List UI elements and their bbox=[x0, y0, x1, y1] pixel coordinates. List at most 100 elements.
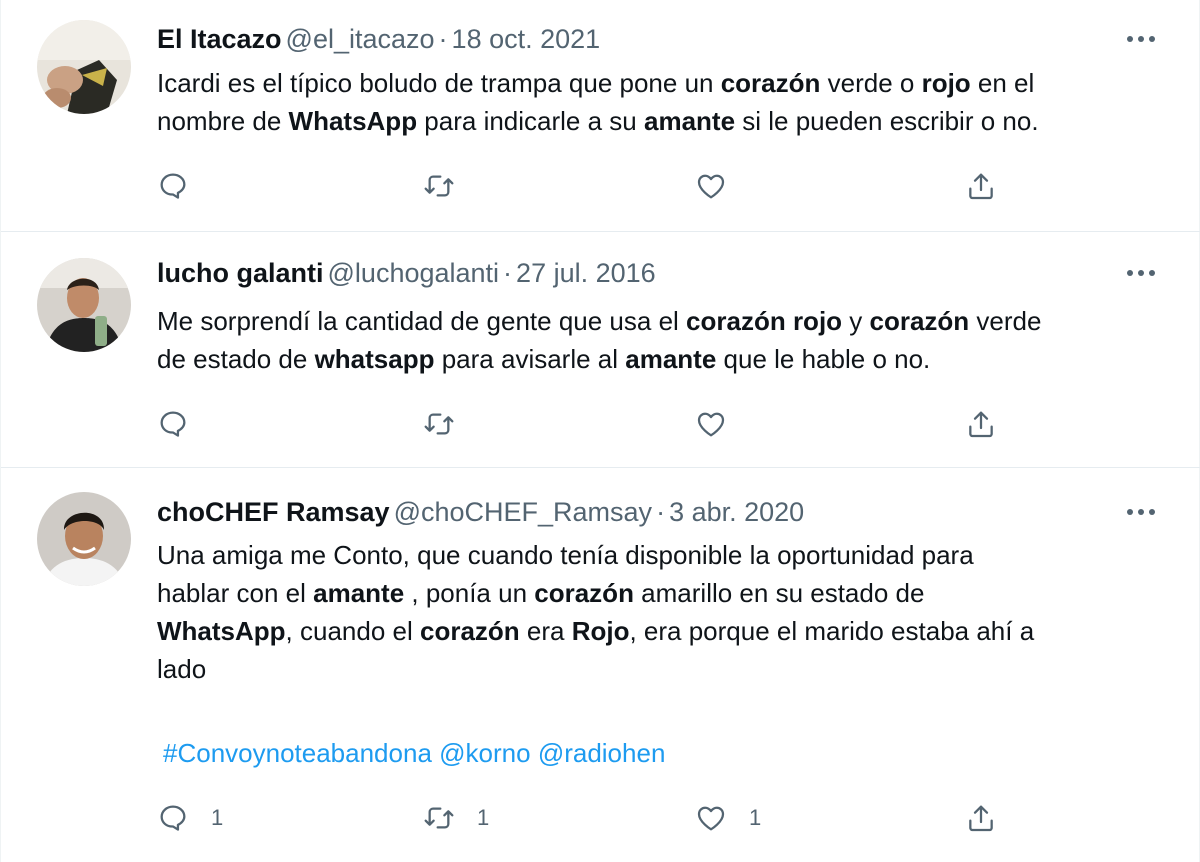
tweet-actions bbox=[157, 404, 1017, 444]
tweet-text-line: nombre de WhatsApp para indicarle a su a… bbox=[157, 102, 1177, 140]
avatar[interactable] bbox=[37, 20, 131, 114]
mention-link[interactable]: @korno bbox=[439, 738, 530, 768]
highlighted-term: corazón rojo bbox=[686, 306, 843, 336]
more-options-button[interactable] bbox=[1121, 256, 1161, 290]
highlighted-term: corazón bbox=[869, 306, 970, 336]
more-options-button[interactable] bbox=[1121, 495, 1161, 529]
share-icon bbox=[969, 411, 993, 438]
tweet-text: Una amiga me Conto, que cuando tenía dis… bbox=[157, 536, 1177, 688]
tweet-text-line: WhatsApp, cuando el corazón era Rojo, er… bbox=[157, 612, 1177, 650]
display-name[interactable]: lucho galanti bbox=[157, 258, 324, 288]
share-button[interactable] bbox=[965, 798, 997, 838]
tweet-date[interactable]: 3 abr. 2020 bbox=[669, 497, 804, 527]
share-icon bbox=[969, 173, 993, 200]
tweet-date[interactable]: 18 oct. 2021 bbox=[452, 24, 601, 54]
tweet-text-line: lado bbox=[157, 650, 1177, 688]
tweet-text: Me sorprendí la cantidad de gente que us… bbox=[157, 302, 1177, 378]
highlighted-term: amante bbox=[643, 106, 736, 136]
reply-count: 1 bbox=[211, 805, 224, 830]
text-segment: hablar con el bbox=[157, 578, 314, 608]
tweet-date[interactable]: 27 jul. 2016 bbox=[516, 258, 656, 288]
tweet-text-line: Icardi es el típico boludo de trampa que… bbox=[157, 64, 1177, 102]
reply-icon bbox=[160, 173, 186, 199]
more-options-icon bbox=[1127, 509, 1155, 515]
text-segment: para indicarle a su bbox=[417, 106, 644, 136]
share-icon bbox=[969, 805, 993, 832]
tweet-text-line: Una amiga me Conto, que cuando tenía dis… bbox=[157, 536, 1177, 574]
separator-dot: · bbox=[438, 24, 448, 54]
tweet-text-line: hablar con el amante , ponía un corazón … bbox=[157, 574, 1177, 612]
highlighted-term: whatsapp bbox=[314, 344, 435, 374]
user-handle[interactable]: @el_itacazo bbox=[282, 24, 435, 54]
text-segment: amarillo en su estado de bbox=[633, 578, 925, 608]
retweet-count: 1 bbox=[477, 805, 490, 830]
retweet-icon bbox=[424, 413, 454, 435]
highlighted-term: corazón bbox=[720, 68, 821, 98]
text-segment: verde bbox=[969, 306, 1042, 336]
text-segment: era bbox=[519, 616, 572, 646]
text-segment: Me sorprendí la cantidad de gente que us… bbox=[157, 306, 687, 336]
text-segment: , era porque el marido estaba ahí a bbox=[629, 616, 1035, 646]
display-name[interactable]: choCHEF Ramsay bbox=[157, 497, 390, 527]
text-segment: y bbox=[842, 306, 870, 336]
avatar[interactable] bbox=[37, 258, 131, 352]
like-icon bbox=[697, 806, 725, 831]
user-handle[interactable]: @choCHEF_Ramsay bbox=[390, 497, 652, 527]
tweet-lucho-galanti[interactable]: lucho galanti @luchogalanti · 27 jul. 2016 … bbox=[1, 232, 1200, 468]
text-segment: de estado de bbox=[157, 344, 315, 374]
more-options-icon bbox=[1127, 270, 1155, 276]
text-segment: si le pueden escribir o no. bbox=[735, 106, 1039, 136]
highlighted-term: Rojo bbox=[571, 616, 630, 646]
like-icon bbox=[697, 174, 725, 199]
tweet-el-itacazo[interactable]: El Itacazo @el_itacazo · 18 oct. 2021 Icard… bbox=[1, 0, 1200, 232]
mention-link[interactable]: @radiohen bbox=[538, 738, 666, 768]
avatar[interactable] bbox=[37, 492, 131, 586]
retweet-icon bbox=[424, 175, 454, 197]
like-count: 1 bbox=[749, 805, 762, 830]
reply-button[interactable] bbox=[157, 166, 211, 206]
text-segment: , cuando el bbox=[285, 616, 420, 646]
avatar-image bbox=[37, 20, 131, 114]
like-button[interactable]: 1 bbox=[695, 798, 761, 838]
hashtag-link[interactable]: #Convoynoteabandona bbox=[163, 738, 432, 768]
like-button[interactable] bbox=[695, 166, 749, 206]
tweet-header: El Itacazo @el_itacazo · 18 oct. 2021 bbox=[157, 22, 1181, 56]
highlighted-term: corazón bbox=[534, 578, 634, 608]
avatar-image bbox=[37, 492, 131, 586]
tweet-text: Icardi es el típico boludo de trampa que… bbox=[157, 64, 1177, 140]
display-name[interactable]: El Itacazo bbox=[157, 24, 282, 54]
text-segment: verde o bbox=[820, 68, 922, 98]
tweet-header: lucho galanti @luchogalanti · 27 jul. 2016 bbox=[157, 256, 1181, 290]
tweet-hashtags: #Convoynoteabandona @korno @radiohen bbox=[163, 734, 665, 772]
highlighted-term: rojo bbox=[921, 68, 971, 98]
text-segment: , ponía un bbox=[404, 578, 535, 608]
retweet-button[interactable] bbox=[423, 166, 477, 206]
reply-button[interactable] bbox=[157, 404, 211, 444]
reply-icon bbox=[160, 805, 186, 831]
reply-icon bbox=[160, 411, 186, 437]
highlighted-term: amante bbox=[625, 344, 717, 374]
like-button[interactable] bbox=[695, 404, 749, 444]
text-segment: Icardi es el típico boludo de trampa que… bbox=[157, 68, 721, 98]
tweet-text-line: de estado de whatsapp para avisarle al a… bbox=[157, 340, 1177, 378]
tweet-chochef-ramsay[interactable]: choCHEF Ramsay @choCHEF_Ramsay · 3 abr. 202… bbox=[1, 468, 1200, 862]
more-options-button[interactable] bbox=[1121, 22, 1161, 56]
avatar-image bbox=[37, 258, 131, 352]
share-button[interactable] bbox=[965, 404, 997, 444]
more-options-icon bbox=[1127, 36, 1155, 42]
text-segment: en el bbox=[970, 68, 1035, 98]
retweet-button[interactable]: 1 bbox=[423, 798, 489, 838]
retweet-icon bbox=[424, 807, 454, 829]
user-handle[interactable]: @luchogalanti bbox=[324, 258, 500, 288]
highlighted-term: amante bbox=[313, 578, 405, 608]
tweet-actions: 1 1 1 bbox=[157, 798, 1017, 838]
tweet-text-line: Me sorprendí la cantidad de gente que us… bbox=[157, 302, 1177, 340]
text-segment: para avisarle al bbox=[434, 344, 626, 374]
separator-dot: · bbox=[656, 497, 666, 527]
tweet-feed: El Itacazo @el_itacazo · 18 oct. 2021 Icard… bbox=[0, 0, 1200, 862]
separator-dot: · bbox=[503, 258, 513, 288]
retweet-button[interactable] bbox=[423, 404, 477, 444]
share-button[interactable] bbox=[965, 166, 997, 206]
reply-button[interactable]: 1 bbox=[157, 798, 223, 838]
highlighted-term: corazón bbox=[419, 616, 520, 646]
